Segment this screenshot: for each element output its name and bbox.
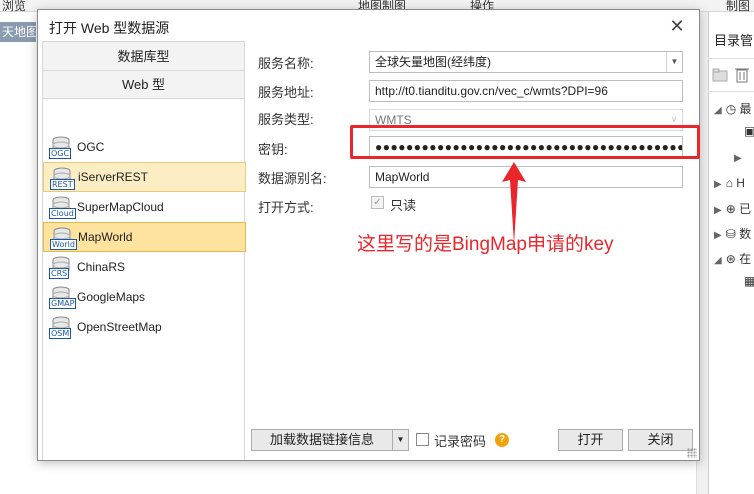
service-name-combo[interactable]: 全球矢量地图(经纬度) ▼ (369, 51, 683, 73)
tree-subitem[interactable]: ▣ (744, 124, 754, 138)
source-type-tag: CRS (49, 268, 70, 279)
help-icon[interactable]: ? (495, 433, 509, 447)
database-icon: REST (50, 167, 75, 190)
close-button[interactable]: 关闭 (628, 429, 693, 451)
workspace-panel-title: 目录管 (714, 33, 754, 48)
source-item-label: OGC (77, 140, 105, 154)
source-item-label: MapWorld (78, 230, 133, 244)
database-icon: OGC (49, 136, 73, 159)
source-item-label: SuperMapCloud (77, 200, 164, 214)
readonly-label: 只读 (390, 198, 417, 213)
clock-icon: ◷ (725, 102, 737, 116)
service-url-label: 服务地址: (258, 85, 314, 100)
expand-down-icon[interactable]: ◢ (714, 105, 722, 116)
source-type-tag: OSM (49, 328, 72, 339)
source-type-tag: REST (50, 179, 75, 190)
map-tab[interactable]: 天地图 (0, 22, 36, 42)
key-label: 密钥: (258, 142, 288, 157)
datasource-type-pane: 数据库型 Web 型 OGC OGC REST iServerREST Cloud Sup… (42, 41, 246, 460)
tree-subitem-2[interactable]: ▶ (734, 150, 746, 164)
delete-icon[interactable] (734, 65, 750, 83)
database-icon: CRS (49, 256, 73, 279)
source-item-mapworld[interactable]: World MapWorld (43, 222, 246, 252)
web-type-header[interactable]: Web 型 (43, 71, 244, 99)
load-link-info-label: 加载数据链接信息 (269, 432, 374, 447)
source-type-tag: OGC (49, 148, 72, 159)
tree-item-home[interactable]: ▶ ⌂ H (714, 176, 745, 190)
database-icon: ⛁ (725, 227, 736, 241)
remember-password-checkbox[interactable] (416, 433, 429, 446)
tree-item-database[interactable]: ▶ ⛁ 数 (714, 225, 751, 242)
source-item-googlemaps[interactable]: GMAP GoogleMaps (43, 282, 246, 312)
load-link-info-button[interactable]: 加载数据链接信息 ▼ (251, 429, 409, 451)
menu-browse[interactable]: 浏览 (2, 0, 26, 14)
database-type-header[interactable]: 数据库型 (43, 42, 244, 71)
tree-subitem-3[interactable]: ▦ (744, 274, 754, 288)
readonly-checkbox[interactable]: ✓ (371, 196, 384, 209)
key-highlight-box (350, 125, 700, 159)
source-type-tag: Cloud (49, 208, 76, 219)
chevron-down-icon[interactable]: ▼ (666, 52, 682, 72)
source-type-tag: World (50, 239, 77, 250)
source-item-chinars[interactable]: CRS ChinaRS (43, 252, 246, 282)
service-name-label: 服务名称: (258, 56, 314, 71)
database-icon: GMAP (49, 286, 77, 309)
tree-item-online[interactable]: ◢ ⊛ 在 (714, 250, 751, 267)
source-item-label: GoogleMaps (77, 290, 146, 304)
database-icon: OSM (49, 316, 73, 339)
globe-icon: ⊛ (725, 252, 736, 266)
service-name-value: 全球矢量地图(经纬度) (375, 55, 491, 69)
source-type-tag: GMAP (49, 298, 77, 309)
web-source-list: Web 型 OGC OGC REST iServerREST Cloud SuperMap… (43, 71, 246, 460)
home-icon: ⌂ (725, 176, 733, 190)
source-item-ogc[interactable]: OGC OGC (43, 132, 246, 162)
service-type-label: 服务类型: (258, 112, 314, 127)
database-icon: World (50, 227, 77, 250)
link-icon: ⊕ (725, 202, 736, 216)
remember-password-label: 记录密码 (434, 434, 487, 449)
source-item-label: OpenStreetMap (77, 320, 162, 334)
source-item-openstreetmap[interactable]: OSM OpenStreetMap (43, 312, 246, 342)
service-url-field[interactable]: http://t0.tianditu.gov.cn/vec_c/wmts?DPI… (369, 80, 683, 102)
source-item-supermapcloud[interactable]: Cloud SuperMapCloud (43, 192, 246, 222)
source-item-label: iServerREST (78, 170, 149, 184)
dialog-title: 打开 Web 型数据源 (49, 20, 170, 36)
source-item-iserverrest[interactable]: REST iServerREST (43, 162, 246, 192)
open-mode-label: 打开方式: (258, 200, 314, 215)
workspace-toolbar (708, 58, 754, 92)
chevron-down-icon[interactable]: ▼ (392, 430, 408, 450)
new-folder-icon[interactable] (712, 67, 728, 83)
open-button[interactable]: 打开 (558, 429, 623, 451)
resize-grip-icon[interactable] (687, 448, 697, 458)
alias-label: 数据源别名: (258, 171, 327, 186)
close-icon[interactable]: ✕ (665, 14, 689, 38)
database-icon: Cloud (49, 196, 76, 219)
tree-item-link[interactable]: ▶ ⊕ 已 (714, 200, 751, 217)
annotation-note: 这里写的是BingMap申请的key (357, 234, 614, 255)
source-item-label: ChinaRS (77, 260, 126, 274)
tree-item-recent[interactable]: ◢ ◷ 最 (714, 100, 752, 117)
